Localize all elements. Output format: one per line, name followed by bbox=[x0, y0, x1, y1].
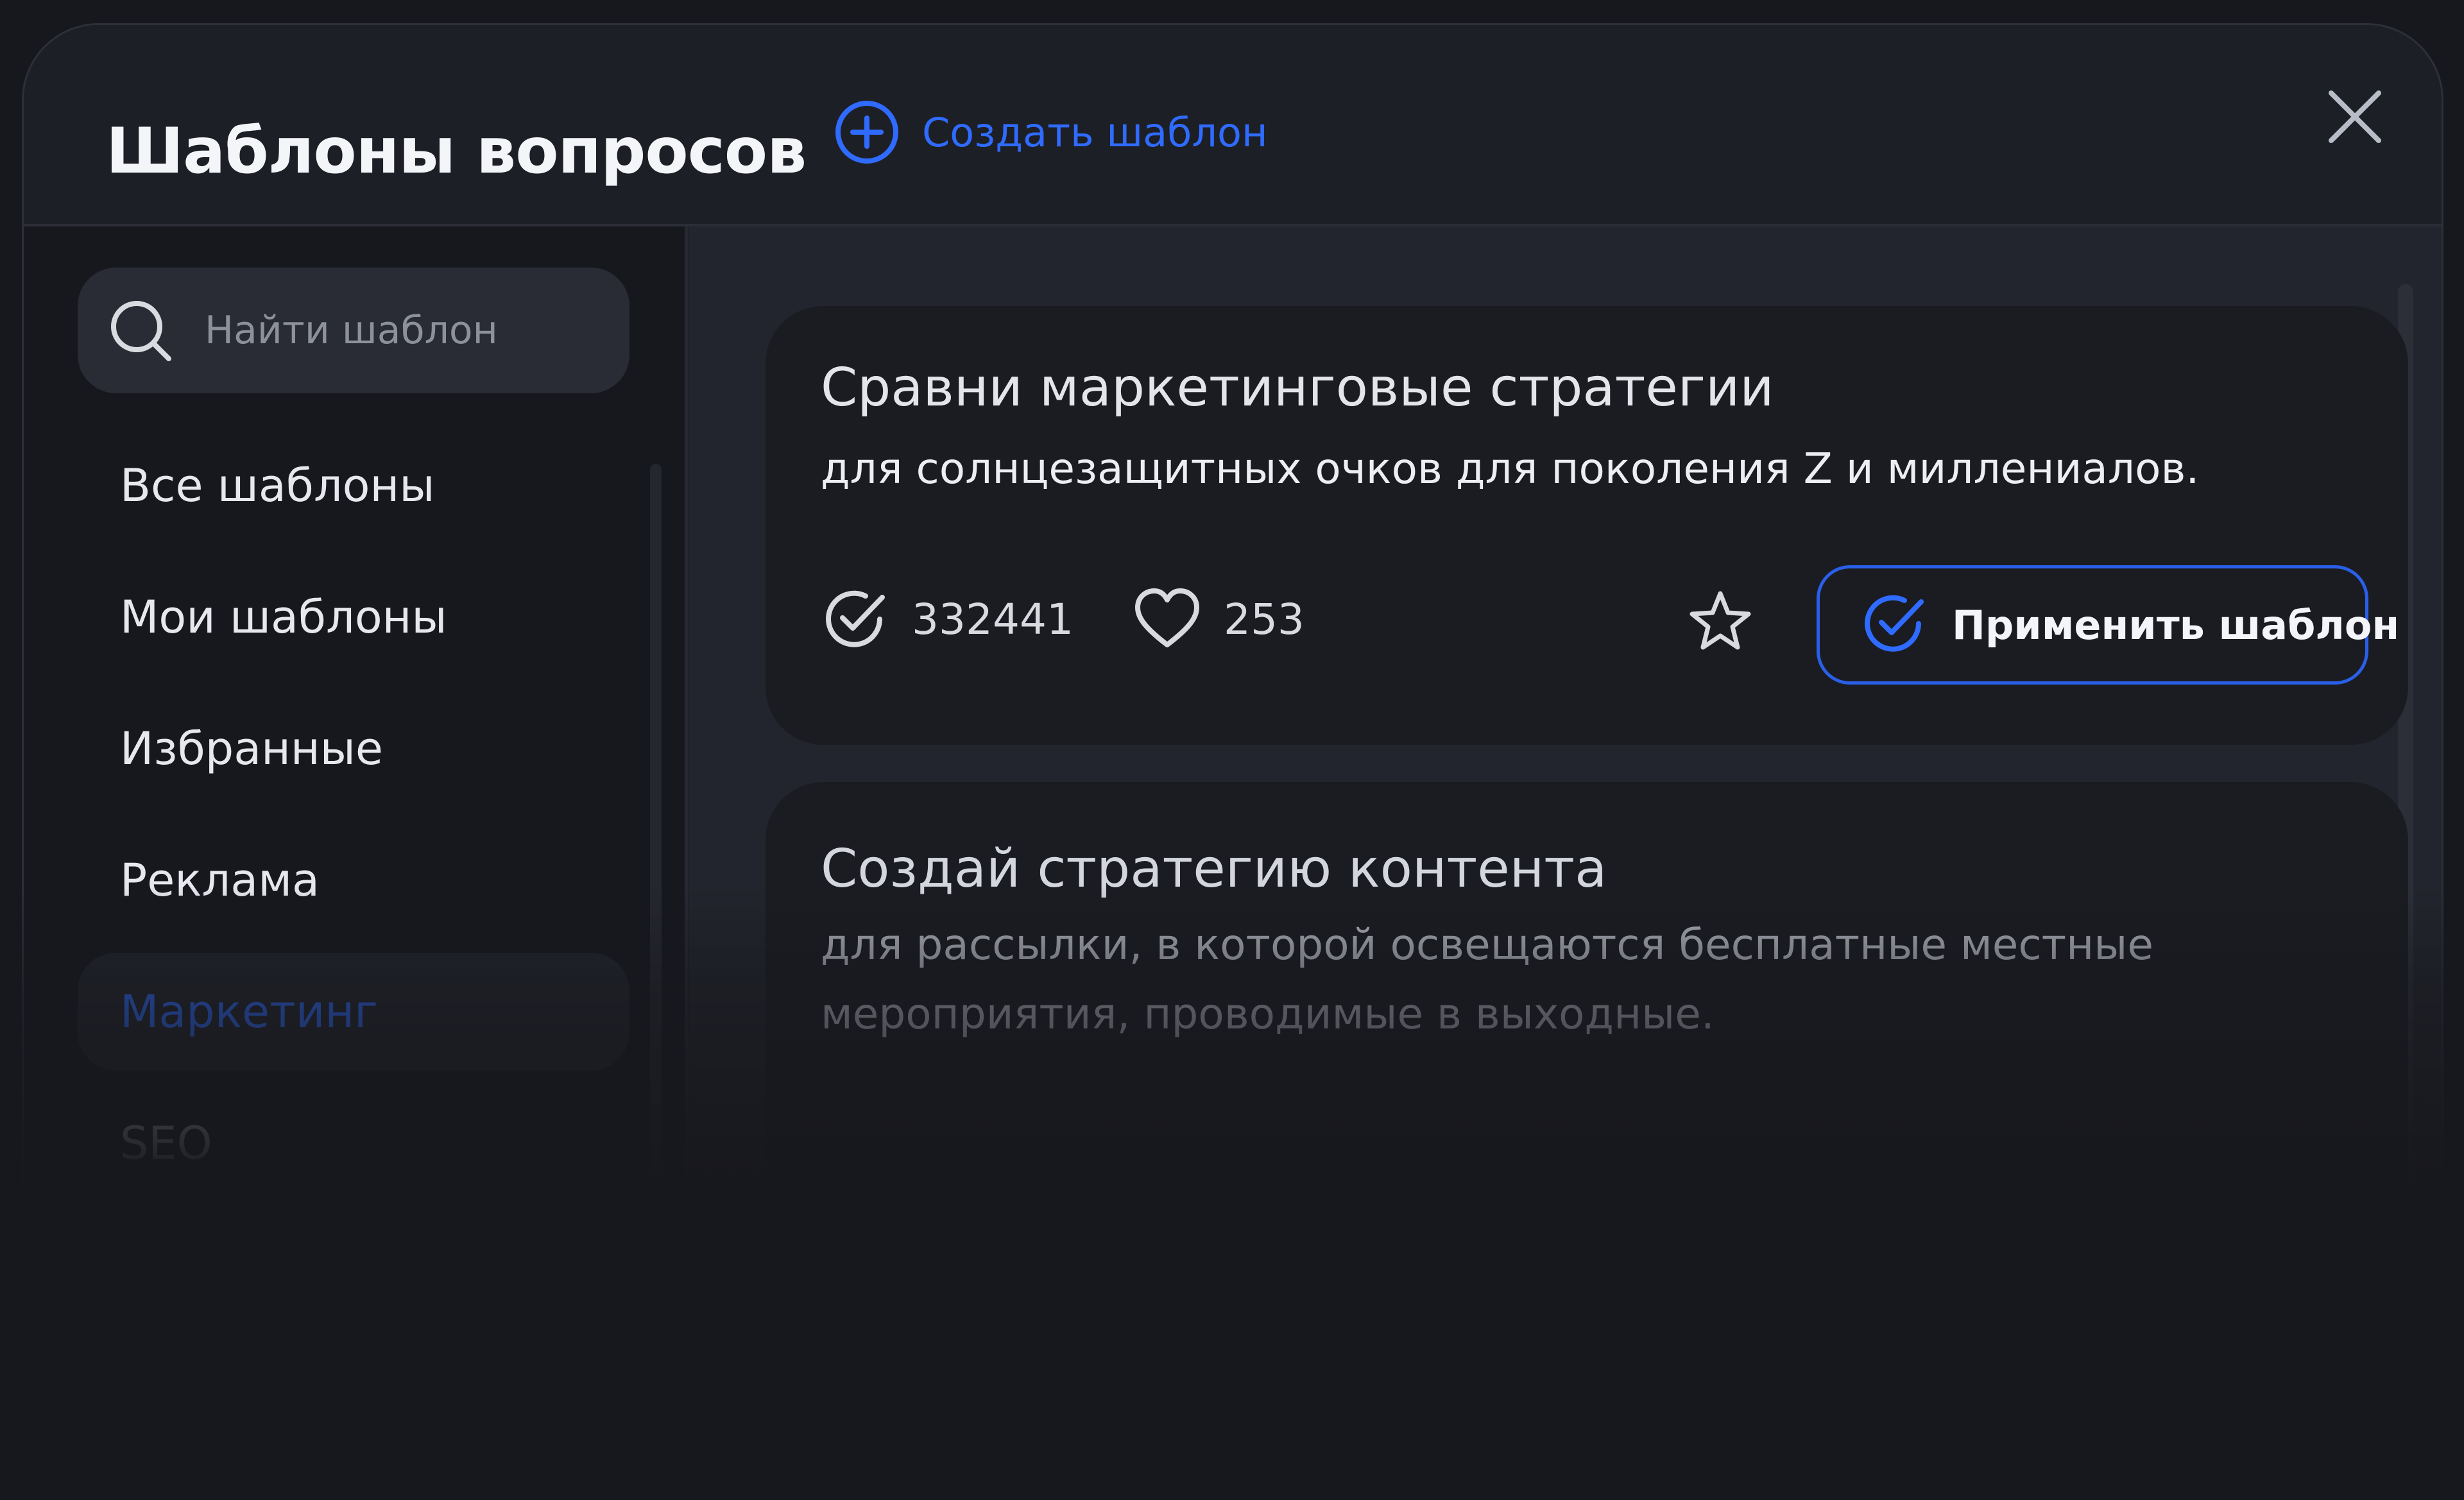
close-icon bbox=[2326, 88, 2384, 148]
uses-value: 2356 bbox=[912, 1334, 1020, 1385]
sidebar-scrollbar[interactable] bbox=[650, 464, 662, 1362]
apply-template-button[interactable]: Применить шаблон bbox=[1817, 1306, 2399, 1425]
sidebar-item-seo[interactable]: SEO bbox=[78, 1084, 629, 1202]
favorite-button[interactable] bbox=[1683, 584, 1758, 659]
plus-circle-icon bbox=[834, 99, 900, 166]
heart-icon bbox=[1133, 587, 1202, 651]
sidebar-item-marketing[interactable]: Маркетинг bbox=[78, 953, 629, 1071]
sidebar-item-all-templates[interactable]: Все шаблоны bbox=[78, 427, 629, 545]
sidebar-item-my-templates[interactable]: Мои шаблоны bbox=[78, 558, 629, 676]
templates-modal: Шаблоны вопросов Создать шаблон Найти ша… bbox=[22, 23, 2443, 1500]
heart-icon bbox=[1079, 1327, 1148, 1392]
template-description: для рассылки, в которой освещаются беспл… bbox=[821, 920, 2153, 1039]
uses-count: 2356 bbox=[821, 1325, 1020, 1394]
sidebar-item-advertising[interactable]: Реклама bbox=[78, 821, 629, 939]
likes-value: 36 bbox=[1169, 1334, 1224, 1385]
category-nav: Все шаблоны Мои шаблоны Избранные Реклам… bbox=[78, 427, 629, 1216]
close-button[interactable] bbox=[2320, 83, 2390, 153]
likes-count[interactable]: 36 bbox=[1079, 1327, 1224, 1392]
favorite-button[interactable] bbox=[1683, 1325, 1758, 1399]
template-stats: 332441 253 bbox=[821, 584, 1364, 654]
check-circle-icon bbox=[821, 1325, 890, 1394]
search-icon bbox=[107, 297, 174, 364]
apply-template-label: Применить шаблон bbox=[1952, 1342, 2400, 1389]
likes-value: 253 bbox=[1223, 594, 1305, 644]
sidebar-item-favorites[interactable]: Избранные bbox=[78, 690, 629, 808]
template-title: Сравни маркетинговые стратегии bbox=[821, 357, 1774, 418]
search-input[interactable] bbox=[203, 307, 565, 354]
template-card: Создай стратегию контента для рассылки, … bbox=[766, 782, 2408, 1425]
modal-title: Шаблоны вопросов bbox=[106, 115, 807, 188]
likes-count[interactable]: 253 bbox=[1133, 587, 1305, 651]
create-template-button[interactable]: Создать шаблон bbox=[834, 97, 1267, 167]
check-circle-icon bbox=[821, 584, 890, 654]
apply-template-label: Применить шаблон bbox=[1952, 601, 2400, 649]
uses-value: 332441 bbox=[912, 594, 1074, 644]
templates-list: Сравни маркетинговые стратегии для солнц… bbox=[689, 226, 2442, 1500]
search-box[interactable] bbox=[78, 268, 629, 393]
template-stats: 2356 36 bbox=[821, 1325, 1283, 1394]
check-circle-icon bbox=[1860, 589, 1929, 661]
template-card: Сравни маркетинговые стратегии для солнц… bbox=[766, 306, 2408, 745]
star-filled-icon bbox=[1687, 1329, 1754, 1395]
template-title: Создай стратегию контента bbox=[821, 839, 1607, 899]
sidebar: Все шаблоны Мои шаблоны Избранные Реклам… bbox=[24, 226, 688, 1500]
apply-template-button[interactable]: Применить шаблон bbox=[1817, 565, 2399, 685]
star-icon bbox=[1687, 588, 1754, 655]
modal-header: Шаблоны вопросов Создать шаблон bbox=[24, 25, 2442, 226]
check-circle-icon bbox=[1860, 1329, 1929, 1401]
uses-count: 332441 bbox=[821, 584, 1074, 654]
create-template-label: Создать шаблон bbox=[922, 108, 1268, 156]
screen: Шаблоны вопросов Создать шаблон Найти ша… bbox=[0, 0, 2464, 1500]
template-description: для солнцезащитных очков для поколения Z… bbox=[821, 444, 2200, 493]
